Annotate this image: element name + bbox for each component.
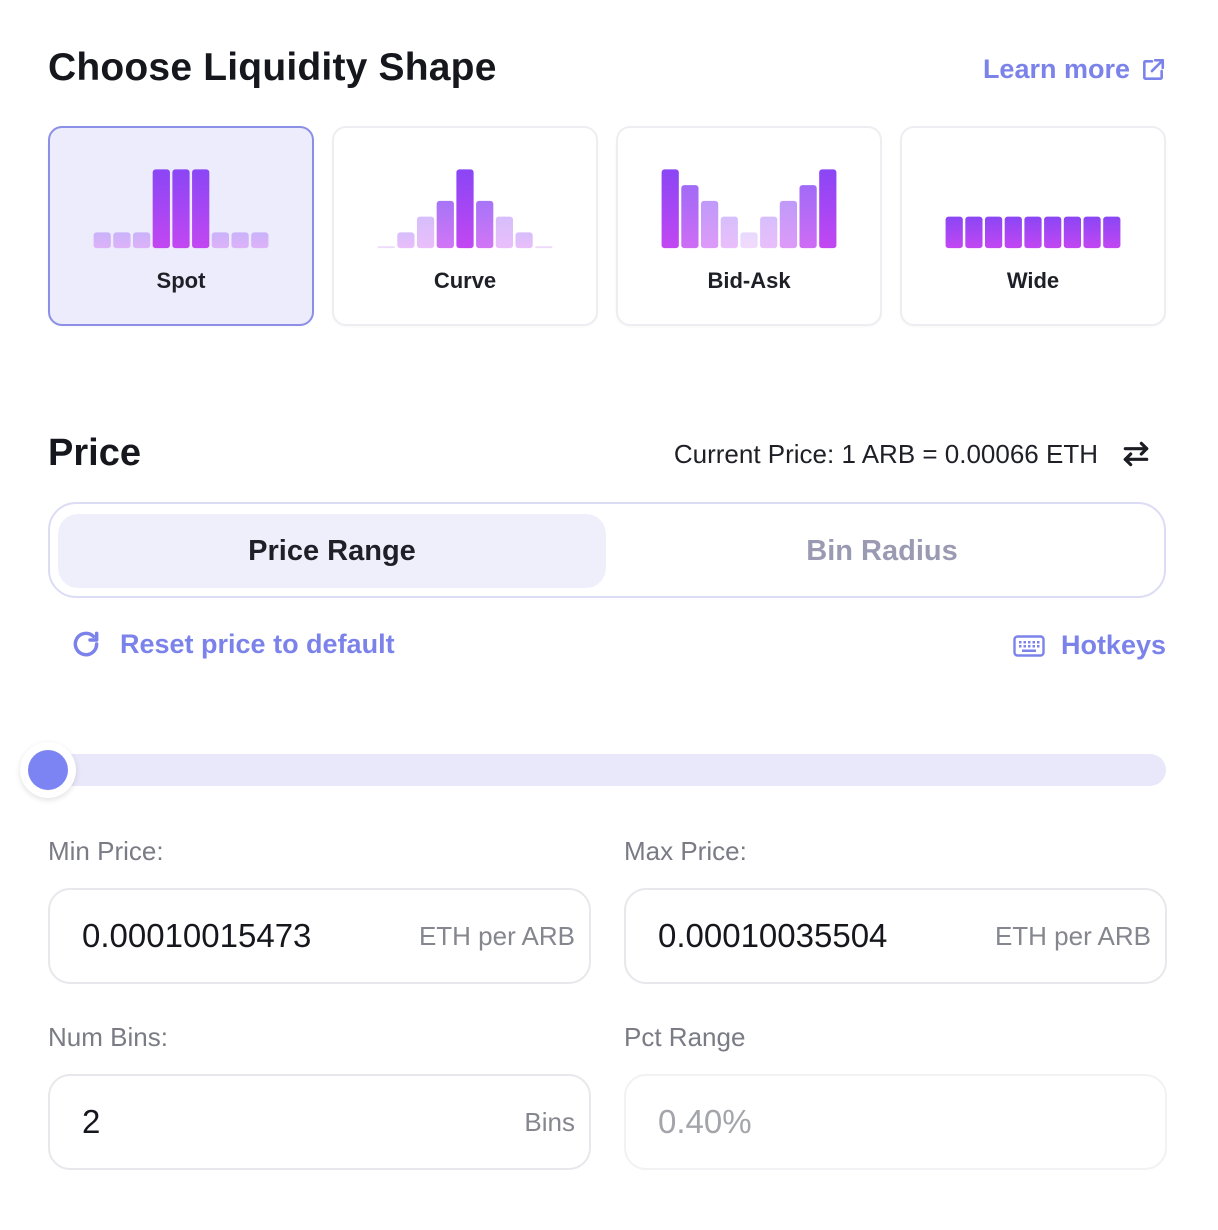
slider-handle-dot <box>28 750 68 790</box>
price-section-title: Price <box>48 432 141 474</box>
shape-label: Curve <box>433 268 497 293</box>
shape-label: Spot <box>156 268 206 293</box>
shape-bar <box>113 232 131 249</box>
price-range-slider-track[interactable] <box>48 754 1166 786</box>
num-bins-label: Num Bins: <box>48 1022 168 1052</box>
spot-shape-icon <box>93 169 269 249</box>
external-link-icon <box>1143 58 1165 80</box>
shape-bar <box>192 169 210 249</box>
shape-bar <box>211 232 230 249</box>
swap-direction-icon[interactable] <box>1120 438 1152 470</box>
hotkeys-label: Hotkeys <box>1060 630 1166 660</box>
wide-shape-icon <box>945 216 1121 249</box>
shape-bar <box>1083 216 1101 249</box>
shape-bar <box>965 216 983 249</box>
tab-price-range[interactable]: Price Range <box>58 514 606 588</box>
shape-bar <box>661 169 679 249</box>
shape-bar <box>1024 216 1042 249</box>
min-price-value: 0.00010015473 <box>82 917 312 954</box>
shape-bar <box>535 246 553 249</box>
hotkeys-button[interactable]: Hotkeys <box>1013 630 1166 661</box>
shape-bar <box>799 185 817 249</box>
min-price-label: Min Price: <box>48 836 164 866</box>
learn-more-link[interactable]: Learn more <box>983 54 1166 85</box>
shape-bar <box>1103 216 1121 249</box>
shape-bar <box>1004 216 1022 249</box>
max-price-value: 0.00010035504 <box>658 917 888 954</box>
pct-range-input: 0.40% <box>624 1074 1167 1170</box>
shape-bar <box>456 169 474 249</box>
shape-bar <box>945 216 963 249</box>
current-price: Current Price: 1 ARB = 0.00066 ETH <box>673 439 1098 469</box>
min-price-unit: ETH per ARB <box>418 920 575 951</box>
shape-bar <box>515 232 533 249</box>
refresh-icon <box>73 631 99 657</box>
shape-card-spot[interactable]: Spot <box>48 126 314 326</box>
shape-bar <box>251 232 269 249</box>
shape-bar <box>779 200 798 249</box>
shape-bar <box>495 216 514 249</box>
shape-card-curve[interactable]: Curve <box>332 126 598 326</box>
shape-bar <box>819 169 837 249</box>
num-bins-unit: Bins <box>524 1106 575 1137</box>
price-range-slider-handle[interactable] <box>20 742 76 798</box>
shape-bar <box>700 200 719 249</box>
shape-bar <box>397 232 415 249</box>
bid-ask-shape-icon <box>661 169 837 249</box>
shape-bar <box>152 169 170 249</box>
shape-bar <box>231 232 249 249</box>
pct-range-label: Pct Range <box>624 1022 746 1052</box>
shape-bar <box>1044 216 1062 249</box>
reset-price-button[interactable]: Reset price to default <box>70 628 395 660</box>
pct-range-value: 0.40% <box>658 1103 752 1140</box>
shape-bar <box>681 185 699 249</box>
reset-price-label: Reset price to default <box>120 628 395 659</box>
max-price-input[interactable]: 0.00010035504 ETH per ARB <box>624 888 1167 984</box>
num-bins-value: 2 <box>82 1103 101 1140</box>
shape-bar <box>1063 216 1082 249</box>
shape-bar <box>93 232 111 249</box>
num-bins-input[interactable]: 2 Bins <box>48 1074 591 1170</box>
page-title: Choose Liquidity Shape <box>48 46 497 89</box>
shape-card-bid-ask[interactable]: Bid-Ask <box>616 126 882 326</box>
max-price-unit: ETH per ARB <box>994 920 1151 951</box>
shape-bar <box>476 200 494 249</box>
shape-label: Wide <box>1006 268 1060 293</box>
keyboard-icon <box>1013 634 1045 657</box>
shape-bar <box>172 169 190 249</box>
liquidity-shape-options: Spot Curve Bid-Ask Wide <box>48 126 1166 326</box>
shape-bar <box>416 216 435 249</box>
min-price-input[interactable]: 0.00010015473 ETH per ARB <box>48 888 591 984</box>
curve-shape-icon <box>377 169 553 249</box>
shape-bar <box>436 200 454 249</box>
shape-bar <box>720 216 738 249</box>
learn-more-label: Learn more <box>982 54 1130 84</box>
shape-bar <box>377 246 395 249</box>
shape-card-wide[interactable]: Wide <box>900 126 1166 326</box>
shape-bar <box>760 216 778 249</box>
shape-bar <box>984 216 1003 249</box>
shape-bar <box>740 232 758 249</box>
max-price-label: Max Price: <box>624 836 747 866</box>
shape-label: Bid-Ask <box>707 268 791 293</box>
shape-bar <box>132 232 151 249</box>
tab-bin-radius[interactable]: Bin Radius <box>608 514 1156 588</box>
price-mode-toggle: Price Range Bin Radius <box>48 502 1166 598</box>
